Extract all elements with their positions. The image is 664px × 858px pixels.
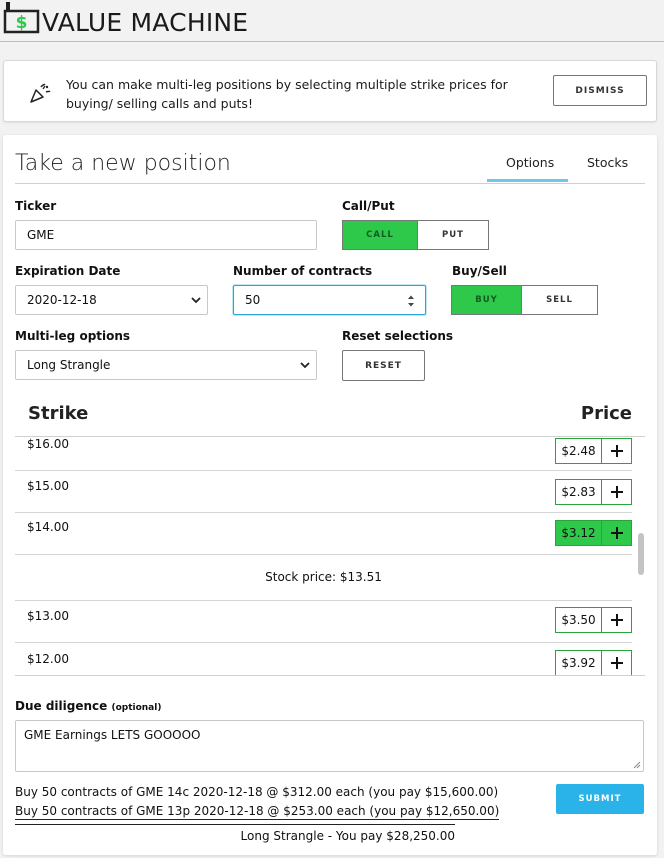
call-button[interactable]: CALL	[342, 220, 418, 250]
chevron-down-icon	[300, 362, 310, 369]
strike-value: $14.00	[27, 520, 69, 534]
table-row: $16.00 $2.48	[15, 437, 632, 471]
strike-table-header: Strike Price	[15, 399, 645, 437]
price-button-selected[interactable]: $3.12	[555, 520, 632, 546]
strike-value: $13.00	[27, 609, 69, 623]
submit-button[interactable]: SUBMIT	[556, 784, 644, 814]
ticker-label: Ticker	[15, 199, 57, 213]
plus-icon	[610, 527, 623, 539]
chevron-down-icon	[191, 297, 201, 304]
price-value: $2.83	[556, 480, 602, 504]
plus-icon	[610, 657, 623, 669]
due-diligence-textarea[interactable]: GME Earnings LETS GOOOOO	[15, 720, 644, 772]
multileg-label: Multi-leg options	[15, 329, 131, 343]
contracts-input[interactable]: 50	[233, 285, 426, 315]
multileg-value: Long Strangle	[27, 358, 111, 372]
resize-grip-icon[interactable]	[633, 761, 641, 769]
reset-label: Reset selections	[342, 329, 453, 343]
notice-banner: You can make multi-leg positions by sele…	[3, 60, 657, 122]
plus-icon	[610, 486, 623, 498]
page-title: Take a new position	[15, 151, 231, 176]
logo-icon: $	[3, 2, 40, 34]
sell-button[interactable]: SELL	[522, 285, 598, 315]
title-divider	[15, 183, 645, 184]
new-position-card: Take a new position Options Stocks Ticke…	[3, 135, 657, 855]
contracts-value: 50	[245, 293, 261, 307]
table-row: $14.00 $3.12	[15, 513, 632, 555]
buy-sell-label: Buy/Sell	[452, 264, 507, 278]
strike-header: Strike	[28, 403, 89, 424]
buy-button[interactable]: BUY	[451, 285, 522, 315]
due-diligence-title: Due diligence	[15, 699, 108, 713]
active-tab-indicator	[487, 179, 568, 182]
call-put-label: Call/Put	[342, 199, 395, 213]
strike-table[interactable]: $16.00 $2.48 $15.00 $2.83 $14.00 $3.12 S…	[15, 436, 645, 676]
tab-stocks[interactable]: Stocks	[587, 155, 628, 170]
stock-price: Stock price: $13.51	[265, 570, 382, 584]
due-diligence-optional: (optional)	[111, 703, 162, 713]
svg-text:$: $	[16, 13, 28, 33]
price-value: $3.92	[556, 651, 602, 675]
table-row: $12.00 $3.92	[15, 643, 632, 675]
reset-button[interactable]: RESET	[342, 350, 425, 381]
price-button[interactable]: $3.50	[555, 607, 632, 633]
stock-price-row: Stock price: $13.51	[15, 555, 632, 601]
price-button[interactable]: $3.92	[555, 650, 632, 675]
plus-icon	[610, 614, 623, 626]
expiration-select[interactable]: 2020-12-18	[15, 285, 208, 315]
stepper-icon[interactable]	[407, 294, 415, 308]
due-diligence-label: Due diligence (optional)	[15, 699, 161, 713]
strike-value: $15.00	[27, 479, 69, 493]
price-header: Price	[580, 403, 632, 424]
table-row: $15.00 $2.83	[15, 471, 632, 513]
due-diligence-value: GME Earnings LETS GOOOOO	[24, 728, 201, 742]
expiration-label: Expiration Date	[15, 264, 121, 278]
notice-message: You can make multi-leg positions by sele…	[66, 77, 508, 111]
buy-sell-toggle: BUY SELL	[451, 285, 598, 315]
multileg-select[interactable]: Long Strangle	[15, 350, 317, 380]
dismiss-button[interactable]: DISMISS	[553, 75, 647, 106]
price-value: $2.48	[556, 439, 602, 463]
contracts-label: Number of contracts	[233, 264, 373, 278]
price-value: $3.12	[556, 521, 602, 545]
party-popper-icon	[30, 83, 51, 103]
strike-value: $12.00	[27, 652, 69, 666]
app-title: VALUE MACHINE	[42, 8, 249, 37]
put-button[interactable]: PUT	[418, 220, 489, 250]
tab-options[interactable]: Options	[506, 155, 554, 170]
price-button[interactable]: $2.48	[555, 438, 632, 464]
price-value: $3.50	[556, 608, 602, 632]
price-button[interactable]: $2.83	[555, 479, 632, 505]
order-line-2: Buy 50 contracts of GME 13p 2020-12-18 @…	[15, 804, 500, 820]
ticker-value: GME	[27, 228, 55, 242]
strike-value: $16.00	[27, 437, 69, 451]
table-row: $13.00 $3.50	[15, 601, 632, 643]
app-header: $ VALUE MACHINE	[0, 0, 664, 42]
ticker-input[interactable]: GME	[15, 220, 317, 250]
order-total: Long Strangle - You pay $28,250.00	[15, 824, 455, 843]
expiration-value: 2020-12-18	[27, 293, 97, 307]
table-scrollbar[interactable]	[638, 533, 644, 575]
plus-icon	[610, 445, 623, 457]
order-line-1: Buy 50 contracts of GME 14c 2020-12-18 @…	[15, 785, 499, 799]
call-put-toggle: CALL PUT	[342, 220, 489, 250]
